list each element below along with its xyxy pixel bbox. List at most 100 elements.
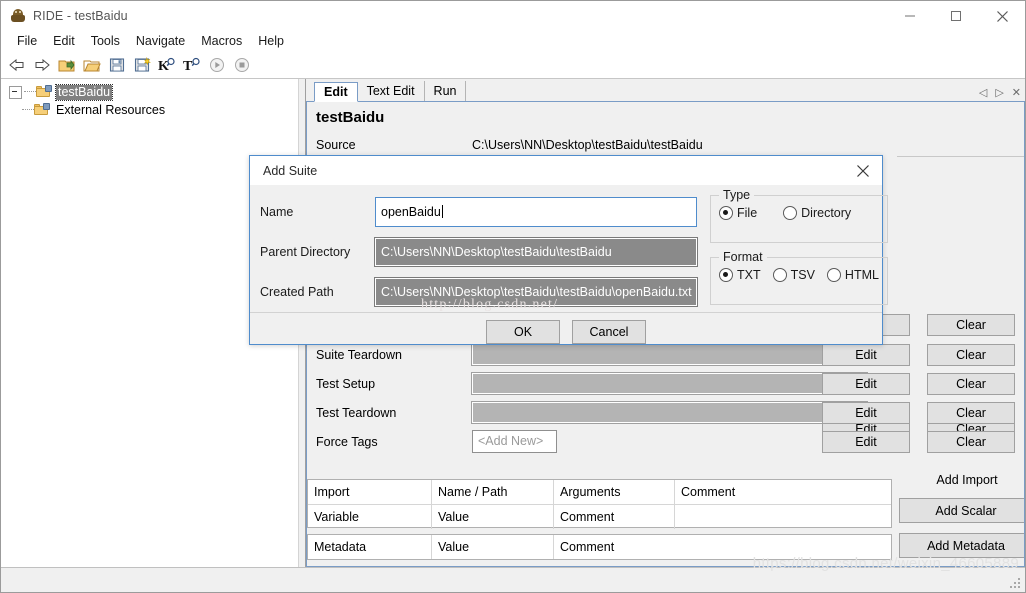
tab-run[interactable]: Run xyxy=(424,81,467,101)
svg-text:K: K xyxy=(158,59,169,73)
clear-button[interactable]: Clear xyxy=(927,314,1015,336)
radio-type-file[interactable]: File xyxy=(719,206,757,220)
suite-folder-icon xyxy=(36,85,52,99)
row-buttons: Edit Clear xyxy=(822,372,1015,395)
save-icon[interactable] xyxy=(105,54,129,76)
add-import-button[interactable]: Add Import xyxy=(907,473,1024,487)
stop-icon[interactable] xyxy=(230,54,254,76)
menu-file[interactable]: File xyxy=(9,32,45,51)
back-arrow-icon[interactable] xyxy=(5,54,29,76)
type-groupbox: Type File Directory xyxy=(710,188,888,243)
edit-button[interactable]: Edit xyxy=(822,401,910,424)
clear-button[interactable]: Clear xyxy=(927,401,1015,424)
maximize-button[interactable] xyxy=(933,1,979,31)
tree-collapse-toggle[interactable] xyxy=(9,85,22,99)
resources-folder-icon xyxy=(34,103,50,117)
editor-tabs: Edit Text Edit Run ◁ ▷ ✕ xyxy=(306,79,1025,102)
radio-label: Directory xyxy=(801,206,852,220)
tree-item-label: testBaidu xyxy=(54,83,114,101)
dialog-form: Name openBaidu Parent Directory C:\Users… xyxy=(250,185,702,312)
menu-help[interactable]: Help xyxy=(250,32,292,51)
row-label: Test Setup xyxy=(316,376,376,391)
edit-button[interactable]: Edit xyxy=(822,430,910,453)
radio-label: File xyxy=(737,206,758,220)
created-path-row: Created Path C:\Users\NN\Desktop\testBai… xyxy=(250,272,702,312)
header-metadata: Metadata xyxy=(308,535,432,559)
header-import: Import xyxy=(308,480,432,504)
radio-format-html[interactable]: HTML xyxy=(826,268,879,282)
format-groupbox: Format TXT TSV HTML xyxy=(710,250,888,305)
cell-variable: Variable xyxy=(308,505,432,529)
name-label: Name xyxy=(260,205,294,219)
add-metadata-button[interactable]: Add Metadata xyxy=(899,533,1024,558)
source-value: C:\Users\NN\Desktop\testBaidu\testBaidu xyxy=(472,137,703,152)
test-setup-field[interactable] xyxy=(471,372,868,395)
row-buttons: Edit Clear xyxy=(822,430,1015,453)
open-folder-icon[interactable] xyxy=(80,54,104,76)
save-all-icon[interactable] xyxy=(130,54,154,76)
created-path-label: Created Path xyxy=(260,285,334,299)
search-tests-icon[interactable]: T xyxy=(180,54,204,76)
force-tags-field[interactable]: <Add New> xyxy=(472,430,557,453)
clear-button[interactable]: Clear xyxy=(927,372,1015,395)
format-group-label: Format xyxy=(719,250,767,264)
name-input-value: openBaidu xyxy=(381,205,441,219)
tab-text-edit[interactable]: Text Edit xyxy=(357,81,425,101)
svg-text:T: T xyxy=(183,59,193,73)
parent-directory-label: Parent Directory xyxy=(260,245,351,259)
tab-navigation: ◁ ▷ ✕ xyxy=(979,87,1021,99)
page-title: testBaidu xyxy=(316,109,385,126)
table-header-row: Metadata Value Comment xyxy=(308,535,891,559)
tab-close-icon[interactable]: ✕ xyxy=(1012,87,1021,99)
radio-format-tsv[interactable]: TSV xyxy=(772,268,815,282)
tab-next-icon[interactable]: ▷ xyxy=(995,87,1003,99)
tree-item-label: External Resources xyxy=(56,102,166,117)
resize-grip[interactable] xyxy=(1010,578,1022,590)
table-row[interactable]: Variable Value Comment xyxy=(308,505,891,529)
tree-item-external-resources[interactable]: External Resources xyxy=(1,101,297,119)
run-icon[interactable] xyxy=(205,54,229,76)
settings-row-force-tags: Force Tags <Add New> Edit Clear xyxy=(307,427,1024,456)
forward-arrow-icon[interactable] xyxy=(30,54,54,76)
radio-label: TSV xyxy=(790,268,815,282)
row-label: Force Tags xyxy=(316,434,378,449)
minimize-button[interactable] xyxy=(887,1,933,31)
add-suite-dialog: Add Suite Name openBaidu Parent Director… xyxy=(249,155,888,345)
tree-item-testbaidu[interactable]: testBaidu xyxy=(1,83,297,101)
window-title: RIDE - testBaidu xyxy=(33,9,128,23)
menu-tools[interactable]: Tools xyxy=(83,32,128,51)
close-button[interactable] xyxy=(979,1,1025,31)
edit-button[interactable]: Edit xyxy=(822,372,910,395)
ride-main-window: RIDE - testBaidu File Edit Tools Navigat… xyxy=(0,0,1026,593)
dialog-options: Type File Directory Format TXT TSV HTML xyxy=(702,185,898,312)
radio-dot-icon xyxy=(783,206,798,220)
radio-type-directory[interactable]: Directory xyxy=(783,206,851,220)
menu-edit[interactable]: Edit xyxy=(45,32,83,51)
dialog-footer: OK Cancel xyxy=(250,312,882,351)
menu-macros[interactable]: Macros xyxy=(193,32,250,51)
ok-button[interactable]: OK xyxy=(486,320,560,344)
row-label: Test Teardown xyxy=(316,405,397,420)
menu-navigate[interactable]: Navigate xyxy=(128,32,193,51)
search-keyword-icon[interactable]: K xyxy=(155,54,179,76)
type-group-label: Type xyxy=(719,188,755,202)
dialog-body: Name openBaidu Parent Directory C:\Users… xyxy=(250,185,888,312)
test-teardown-field[interactable] xyxy=(471,401,868,424)
tab-prev-icon[interactable]: ◁ xyxy=(979,87,987,99)
header-arguments: Arguments xyxy=(554,480,675,504)
name-input[interactable]: openBaidu xyxy=(375,197,697,227)
add-scalar-button[interactable]: Add Scalar xyxy=(899,498,1024,523)
cancel-button[interactable]: Cancel xyxy=(572,320,646,344)
radio-dot-icon xyxy=(719,268,733,282)
name-row: Name openBaidu xyxy=(250,192,702,232)
clear-button[interactable]: Clear xyxy=(927,343,1015,366)
clear-button[interactable]: Clear xyxy=(927,430,1015,453)
radio-format-txt[interactable]: TXT xyxy=(719,268,761,282)
open-directory-icon[interactable] xyxy=(55,54,79,76)
import-variable-table: Import Name / Path Arguments Comment Var… xyxy=(307,479,892,529)
dialog-close-button[interactable] xyxy=(844,156,882,185)
tab-edit[interactable]: Edit xyxy=(314,82,358,102)
menu-bar: File Edit Tools Navigate Macros Help xyxy=(1,31,1025,52)
header-name-path: Name / Path xyxy=(432,480,554,504)
metadata-table: Metadata Value Comment xyxy=(307,534,892,560)
